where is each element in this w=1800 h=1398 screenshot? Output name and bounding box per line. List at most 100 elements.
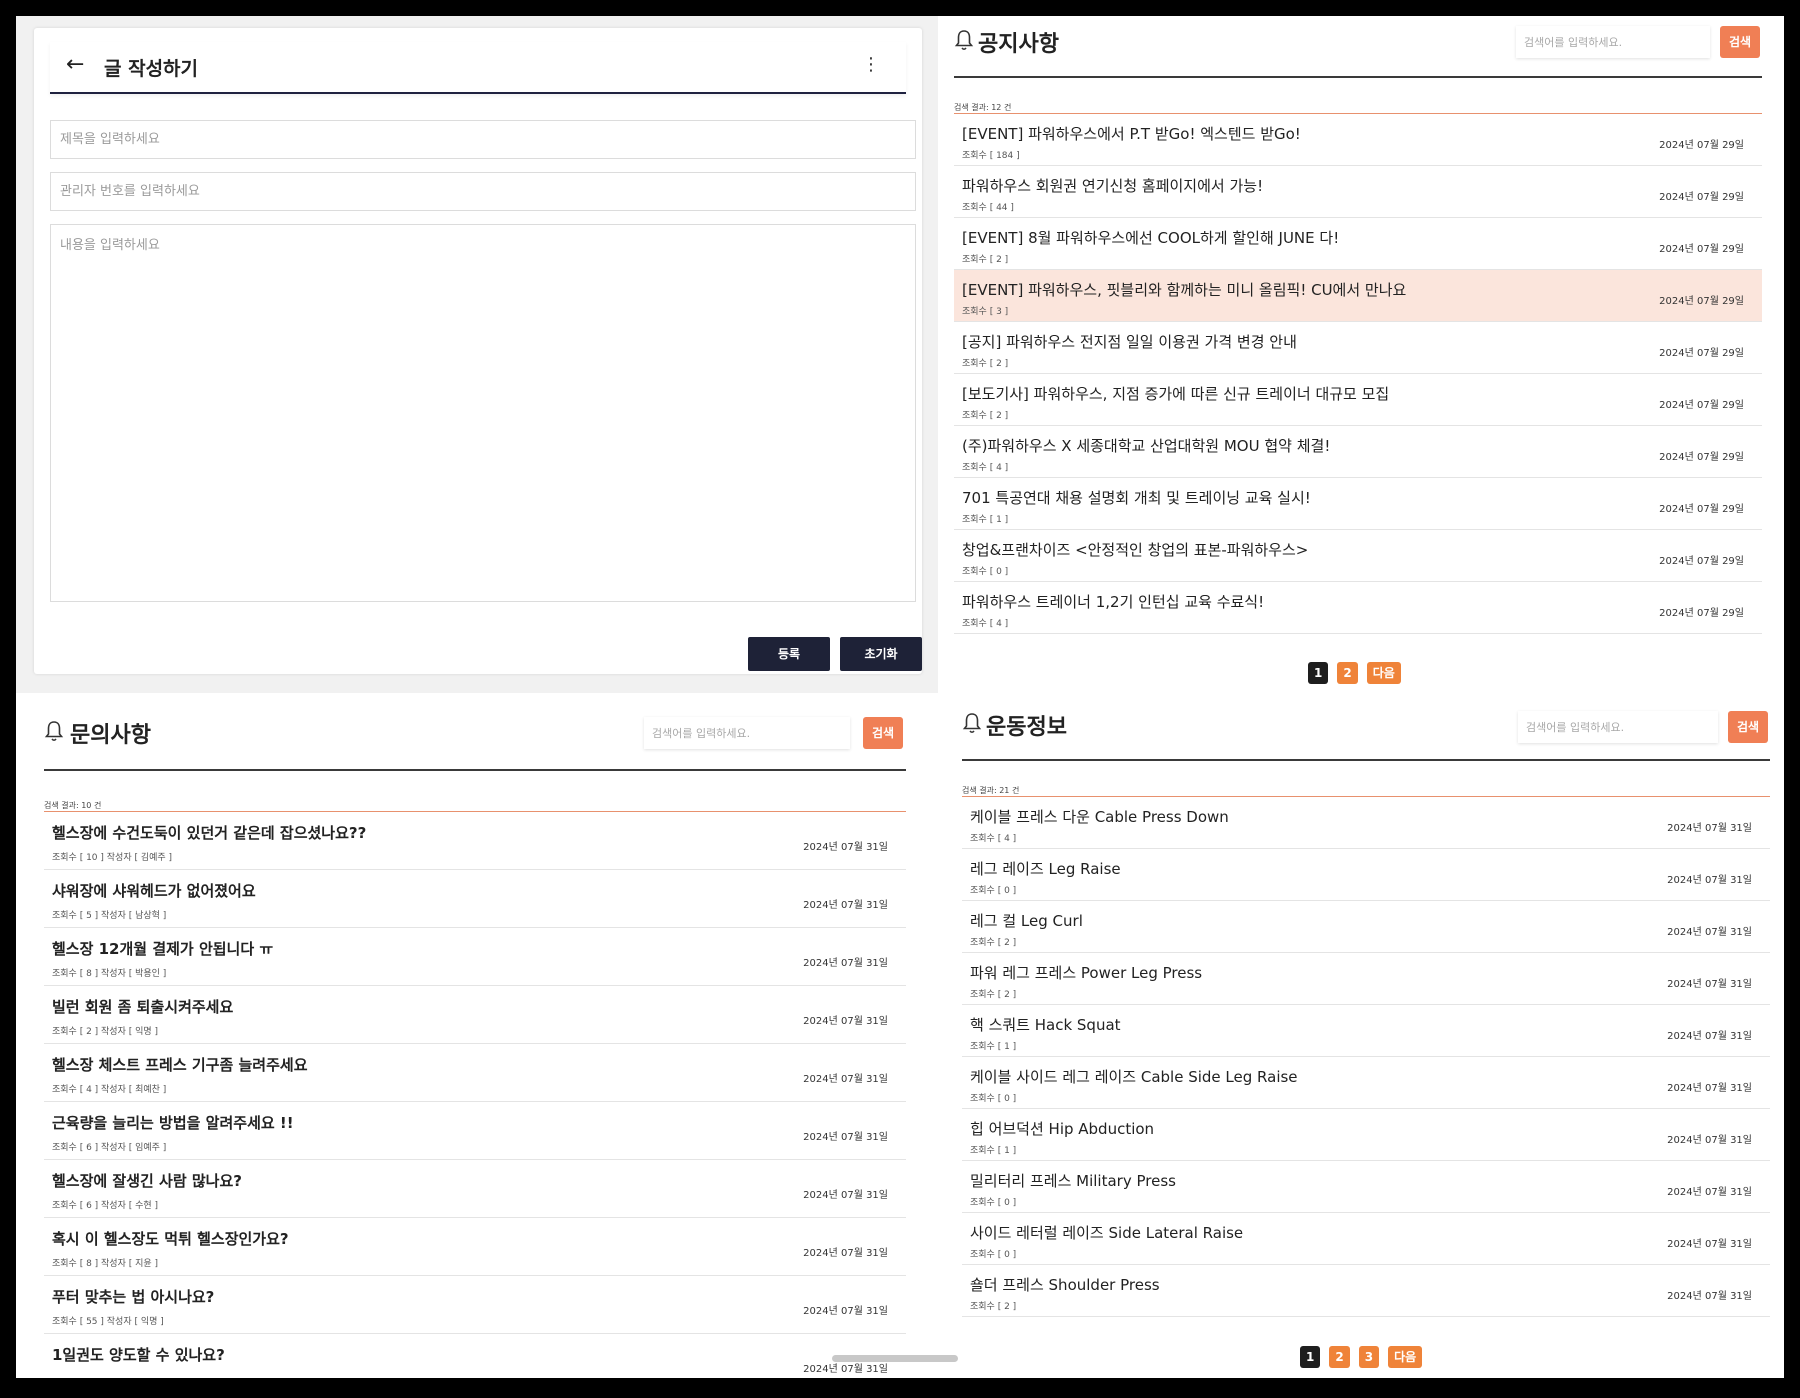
arrow-left-icon[interactable]: ← (66, 52, 84, 77)
exercise-row[interactable]: 케이블 사이드 레그 레이즈 Cable Side Leg Raise 조회수 [… (962, 1057, 1770, 1109)
write-post-panel: ← 글 작성하기 ⋮ 등록 초기화 (16, 16, 938, 693)
post-title[interactable]: 헬스장 체스트 프레스 기구좀 늘려주세요 (52, 1054, 308, 1075)
qna-row[interactable]: 근육량을 늘리는 방법을 알려주세요 !! 조회수 [ 6 ] 작성자 [ 임예주… (44, 1102, 906, 1160)
qna-row[interactable]: 빌런 회원 좀 퇴출시켜주세요 조회수 [ 2 ] 작성자 [ 익명 ] 2024년… (44, 986, 906, 1044)
post-title[interactable]: 힙 어브덕션 Hip Abduction (970, 1118, 1154, 1139)
post-date: 2024년 07월 31일 (1667, 823, 1752, 834)
post-date: 2024년 07월 31일 (1667, 1135, 1752, 1146)
page-button-2[interactable]: 2 (1337, 662, 1358, 684)
page-button-1[interactable]: 1 (1308, 662, 1329, 684)
post-title[interactable]: 혹시 이 헬스장도 먹튀 헬스장인가요? (52, 1228, 289, 1249)
qna-row[interactable]: 헬스장에 수건도둑이 있던거 같은데 잡으셨나요?? 조회수 [ 10 ] 작성자… (44, 812, 906, 870)
page-button-1[interactable]: 1 (1300, 1346, 1321, 1368)
post-title[interactable]: 헬스장에 잘생긴 사람 많나요? (52, 1170, 242, 1191)
exercise-row[interactable]: 힙 어브덕션 Hip Abduction 조회수 [ 1 ] 2024년 07월 3… (962, 1109, 1770, 1161)
exercise-row[interactable]: 숄더 프레스 Shoulder Press 조회수 [ 2 ] 2024년 07월 … (962, 1265, 1770, 1317)
page-button-2[interactable]: 2 (1329, 1346, 1350, 1368)
qna-row[interactable]: 1일권도 양도할 수 있나요? 2024년 07월 31일 (44, 1334, 906, 1378)
view-count: 조회수 [ 1 ] (970, 1146, 1017, 1156)
post-title[interactable]: 레그 컬 Leg Curl (970, 910, 1083, 931)
qna-row[interactable]: 헬스장 체스트 프레스 기구좀 늘려주세요 조회수 [ 4 ] 작성자 [ 최예찬… (44, 1044, 906, 1102)
exercise-row[interactable]: 레그 컬 Leg Curl 조회수 [ 2 ] 2024년 07월 31일 (962, 901, 1770, 953)
notice-search-button[interactable]: 검색 (1720, 26, 1760, 58)
post-title[interactable]: [EVENT] 파워하우스, 핏블리와 함께하는 미니 올림픽! CU에서 만나… (962, 279, 1406, 300)
horizontal-scrollbar[interactable] (832, 1355, 958, 1362)
post-title[interactable]: [공지] 파워하우스 전지점 일일 이용권 가격 변경 안내 (962, 331, 1297, 352)
view-count: 조회수 [ 4 ] (970, 834, 1017, 844)
post-title[interactable]: 밀리터리 프레스 Military Press (970, 1170, 1176, 1191)
post-title[interactable]: 근육량을 늘리는 방법을 알려주세요 !! (52, 1112, 294, 1133)
notice-divider (954, 76, 1762, 78)
qna-row[interactable]: 헬스장에 잘생긴 사람 많나요? 조회수 [ 6 ] 작성자 [ 수현 ] 2024… (44, 1160, 906, 1218)
notice-row[interactable]: 창업&프랜차이즈 <안정적인 창업의 표본-파워하우스> 조회수 [ 0 ] 202… (954, 530, 1762, 582)
reset-button[interactable]: 초기화 (840, 637, 922, 671)
write-form-card: ← 글 작성하기 ⋮ 등록 초기화 (34, 28, 922, 674)
page-button-3[interactable]: 3 (1358, 1346, 1380, 1368)
qna-row[interactable]: 샤워장에 샤워헤드가 없어졌어요 조회수 [ 5 ] 작성자 [ 남상혁 ] 202… (44, 870, 906, 928)
notice-row[interactable]: 파워하우스 트레이너 1,2기 인턴십 교육 수료식! 조회수 [ 4 ] 2024… (954, 582, 1762, 634)
exercise-row[interactable]: 파워 레그 프레스 Power Leg Press 조회수 [ 2 ] 2024년 … (962, 953, 1770, 1005)
post-title[interactable]: 푸터 맞추는 법 아시나요? (52, 1286, 214, 1307)
notice-row[interactable]: [보도기사] 파워하우스, 지점 증가에 따른 신규 트레이너 대규모 모집 조회… (954, 374, 1762, 426)
post-title[interactable]: (주)파워하우스 X 세종대학교 산업대학원 MOU 협약 체결! (962, 435, 1330, 456)
next-page-button[interactable]: 다음 (1388, 1346, 1423, 1368)
exercise-result-count: 검색 결과: 21 건 (962, 786, 1020, 795)
qna-row[interactable]: 푸터 맞추는 법 아시나요? 조회수 [ 55 ] 작성자 [ 익명 ] 2024년… (44, 1276, 906, 1334)
next-page-button[interactable]: 다음 (1366, 662, 1401, 684)
post-title[interactable]: [보도기사] 파워하우스, 지점 증가에 따른 신규 트레이너 대규모 모집 (962, 383, 1389, 404)
qna-row[interactable]: 혹시 이 헬스장도 먹튀 헬스장인가요? 조회수 [ 8 ] 작성자 [ 지윤 ]… (44, 1218, 906, 1276)
post-date: 2024년 07월 29일 (1659, 244, 1744, 255)
qna-search-button[interactable]: 검색 (863, 717, 903, 749)
post-title[interactable]: [EVENT] 8월 파워하우스에선 COOL하게 할인해 JUNE 다! (962, 227, 1339, 248)
exercise-pagination: 1 2 3 다음 (1300, 1346, 1423, 1368)
post-date: 2024년 07월 31일 (803, 1074, 888, 1085)
post-title[interactable]: 창업&프랜차이즈 <안정적인 창업의 표본-파워하우스> (962, 539, 1308, 560)
qna-row[interactable]: 헬스장 12개월 결제가 안됩니다 ㅠ 조회수 [ 8 ] 작성자 [ 박용인 ]… (44, 928, 906, 986)
post-date: 2024년 07월 31일 (1667, 875, 1752, 886)
notice-row-highlighted[interactable]: [EVENT] 파워하우스, 핏블리와 함께하는 미니 올림픽! CU에서 만나… (954, 270, 1762, 322)
post-title[interactable]: 1일권도 양도할 수 있나요? (52, 1344, 225, 1365)
post-title[interactable]: 레그 레이즈 Leg Raise (970, 858, 1121, 879)
admin-number-input[interactable] (50, 172, 916, 211)
post-date: 2024년 07월 29일 (1659, 400, 1744, 411)
notice-row[interactable]: (주)파워하우스 X 세종대학교 산업대학원 MOU 협약 체결! 조회수 [ 4… (954, 426, 1762, 478)
post-date: 2024년 07월 31일 (1667, 1291, 1752, 1302)
post-date: 2024년 07월 31일 (803, 842, 888, 853)
exercise-row[interactable]: 레그 레이즈 Leg Raise 조회수 [ 0 ] 2024년 07월 31일 (962, 849, 1770, 901)
post-title[interactable]: 헬스장 12개월 결제가 안됩니다 ㅠ (52, 938, 273, 959)
post-title[interactable]: 사이드 레터럴 레이즈 Side Lateral Raise (970, 1222, 1243, 1243)
post-title[interactable]: 케이블 사이드 레그 레이즈 Cable Side Leg Raise (970, 1066, 1298, 1087)
post-title[interactable]: 샤워장에 샤워헤드가 없어졌어요 (52, 880, 256, 901)
notice-row[interactable]: [EVENT] 파워하우스에서 P.T 받Go! 엑스텐드 받Go! 조회수 [ … (954, 114, 1762, 166)
post-title[interactable]: 헬스장에 수건도둑이 있던거 같은데 잡으셨나요?? (52, 822, 366, 843)
exercise-search-input[interactable] (1518, 711, 1718, 743)
exercise-row[interactable]: 사이드 레터럴 레이즈 Side Lateral Raise 조회수 [ 0 ] 2… (962, 1213, 1770, 1265)
post-title[interactable]: 701 특공연대 채용 설명회 개최 및 트레이닝 교육 실시! (962, 487, 1311, 508)
notice-row[interactable]: [공지] 파워하우스 전지점 일일 이용권 가격 변경 안내 조회수 [ 2 ] 2… (954, 322, 1762, 374)
post-title[interactable]: 빌런 회원 좀 퇴출시켜주세요 (52, 996, 233, 1017)
content-textarea[interactable] (50, 224, 916, 602)
title-input[interactable] (50, 120, 916, 159)
submit-button[interactable]: 등록 (748, 637, 830, 671)
exercise-row[interactable]: 밀리터리 프레스 Military Press 조회수 [ 0 ] 2024년 07… (962, 1161, 1770, 1213)
post-title[interactable]: 파워하우스 회원권 연기신청 홈페이지에서 가능! (962, 175, 1263, 196)
notice-search-input[interactable] (1516, 26, 1710, 58)
post-title[interactable]: 숄더 프레스 Shoulder Press (970, 1274, 1160, 1295)
kebab-menu-icon[interactable]: ⋮ (862, 54, 880, 75)
notice-row[interactable]: 파워하우스 회원권 연기신청 홈페이지에서 가능! 조회수 [ 44 ] 2024년… (954, 166, 1762, 218)
write-title: 글 작성하기 (104, 58, 199, 80)
post-title[interactable]: 파워 레그 프레스 Power Leg Press (970, 962, 1202, 983)
post-title[interactable]: 핵 스쿼트 Hack Squat (970, 1014, 1121, 1035)
post-date: 2024년 07월 29일 (1659, 348, 1744, 359)
post-title[interactable]: 케이블 프레스 다운 Cable Press Down (970, 806, 1229, 827)
view-count: 조회수 [ 0 ] (970, 886, 1017, 896)
notice-row[interactable]: 701 특공연대 채용 설명회 개최 및 트레이닝 교육 실시! 조회수 [ 1 … (954, 478, 1762, 530)
exercise-row[interactable]: 케이블 프레스 다운 Cable Press Down 조회수 [ 4 ] 2024… (962, 797, 1770, 849)
exercise-search-button[interactable]: 검색 (1728, 711, 1768, 743)
qna-search-input[interactable] (644, 717, 850, 749)
post-title[interactable]: [EVENT] 파워하우스에서 P.T 받Go! 엑스텐드 받Go! (962, 123, 1301, 144)
notice-row[interactable]: [EVENT] 8월 파워하우스에선 COOL하게 할인해 JUNE 다! 조회수… (954, 218, 1762, 270)
exercise-row[interactable]: 핵 스쿼트 Hack Squat 조회수 [ 1 ] 2024년 07월 31일 (962, 1005, 1770, 1057)
post-title[interactable]: 파워하우스 트레이너 1,2기 인턴십 교육 수료식! (962, 591, 1264, 612)
exercise-board-panel: 운동정보 검색 검색 결과: 21 건 케이블 프레스 다운 Cable Pre… (938, 693, 1784, 1378)
